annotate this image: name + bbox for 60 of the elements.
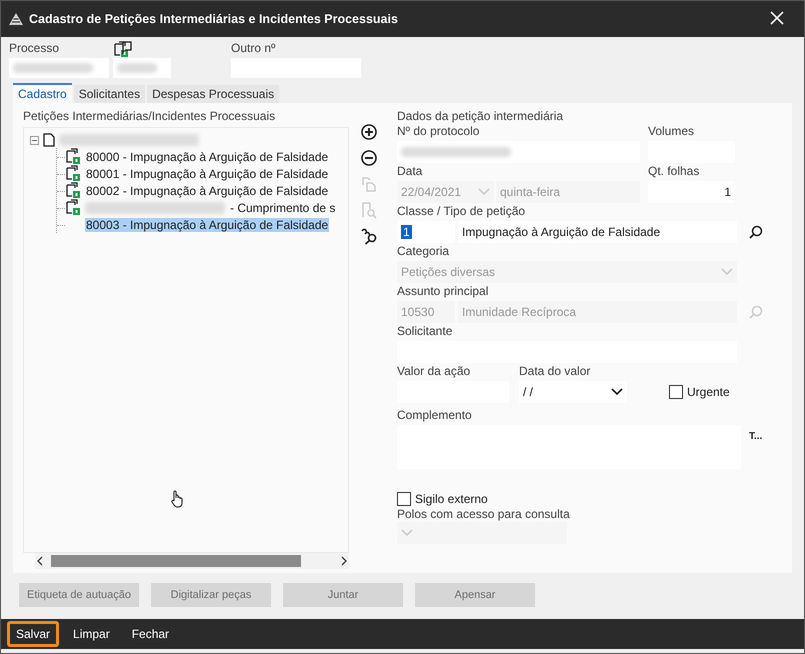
- data-label: Data: [397, 164, 424, 178]
- tree-group-title: Petições Intermediárias/Incidentes Processuais: [23, 109, 276, 123]
- folhas-label: Qt. folhas: [648, 164, 700, 178]
- document-icon: [65, 182, 81, 199]
- categoria-label: Categoria: [397, 244, 450, 258]
- tree-item[interactable]: 80002 - Impugnação à Arguição de Falsidade: [85, 184, 330, 198]
- document-icon: [65, 165, 81, 182]
- chevron-down-icon: [478, 188, 490, 196]
- folhas-field[interactable]: 1: [648, 181, 735, 203]
- volumes-label: Volumes: [648, 124, 696, 138]
- minus-circle-icon[interactable]: [360, 149, 378, 167]
- processo-part-field[interactable]: [113, 58, 171, 78]
- outro-numero-label: Outro nº: [231, 41, 276, 55]
- footer-button[interactable]: Fechar: [124, 622, 178, 646]
- sigilo-checkbox[interactable]: [397, 492, 411, 506]
- urgente-checkbox[interactable]: [669, 385, 683, 399]
- chevron-down-icon: [401, 529, 413, 537]
- protocolo-label: Nº do protocolo: [397, 124, 480, 138]
- chevron-down-icon: [721, 268, 733, 276]
- tab[interactable]: Solicitantes: [74, 85, 146, 103]
- data-valor-dropdown[interactable]: / /: [519, 381, 627, 403]
- chevron-down-icon: [611, 388, 623, 396]
- processo-field[interactable]: [9, 58, 109, 78]
- text-format-button[interactable]: T...: [749, 431, 762, 442]
- footer-button[interactable]: Salvar: [7, 621, 60, 647]
- horizontal-scrollbar[interactable]: [35, 553, 349, 569]
- classe-code-field[interactable]: 1: [397, 221, 455, 243]
- document-icon: [43, 133, 55, 147]
- flag-icon[interactable]: [121, 41, 133, 55]
- solicitante-label: Solicitante: [397, 324, 454, 338]
- tree-item[interactable]: - Cumprimento de s: [229, 200, 336, 214]
- valor-label: Valor da ação: [397, 364, 472, 378]
- footer-button[interactable]: Limpar: [65, 622, 118, 646]
- polos-label: Polos com acesso para consulta: [397, 507, 571, 521]
- window-title: Cadastro de Petições Intermediárias e Incidentes Processuais: [29, 12, 399, 26]
- tab[interactable]: Cadastro: [13, 83, 72, 103]
- tree-item[interactable]: 80001 - Impugnação à Arguição de Falsidade: [85, 166, 330, 180]
- hand-cursor-icon: [170, 490, 184, 508]
- details-group-title: Dados da petição intermediária: [397, 109, 564, 123]
- search-icon: [749, 305, 763, 319]
- assunto-label: Assunto principal: [397, 284, 490, 298]
- data-valor-label: Data do valor: [519, 364, 592, 378]
- urgente-label: Urgente: [687, 385, 730, 399]
- document-icon: [113, 41, 129, 58]
- collapse-toggle[interactable]: [30, 136, 39, 144]
- document-icon: [65, 199, 81, 216]
- tab[interactable]: Despesas Processuais: [147, 85, 280, 103]
- search-icon[interactable]: [749, 225, 763, 239]
- complemento-label: Complemento: [397, 408, 473, 422]
- plus-circle-icon[interactable]: [360, 123, 378, 141]
- sigilo-label: Sigilo externo: [415, 492, 488, 506]
- document-icon: [65, 148, 81, 165]
- processo-label: Processo: [9, 41, 60, 55]
- tree-item[interactable]: 80000 - Impugnação à Arguição de Falsidade: [85, 150, 330, 164]
- chain-search-icon[interactable]: [360, 227, 378, 245]
- tipo-peticao-field[interactable]: Impugnação à Arguição de Falsidade: [458, 221, 737, 243]
- triangle-logo-icon: [9, 13, 23, 25]
- tree-item[interactable]: 80003 - Impugnação à Arguição de Falsidade: [85, 218, 330, 232]
- protocolo-field[interactable]: [397, 141, 640, 163]
- classe-label: Classe / Tipo de petição: [397, 204, 526, 218]
